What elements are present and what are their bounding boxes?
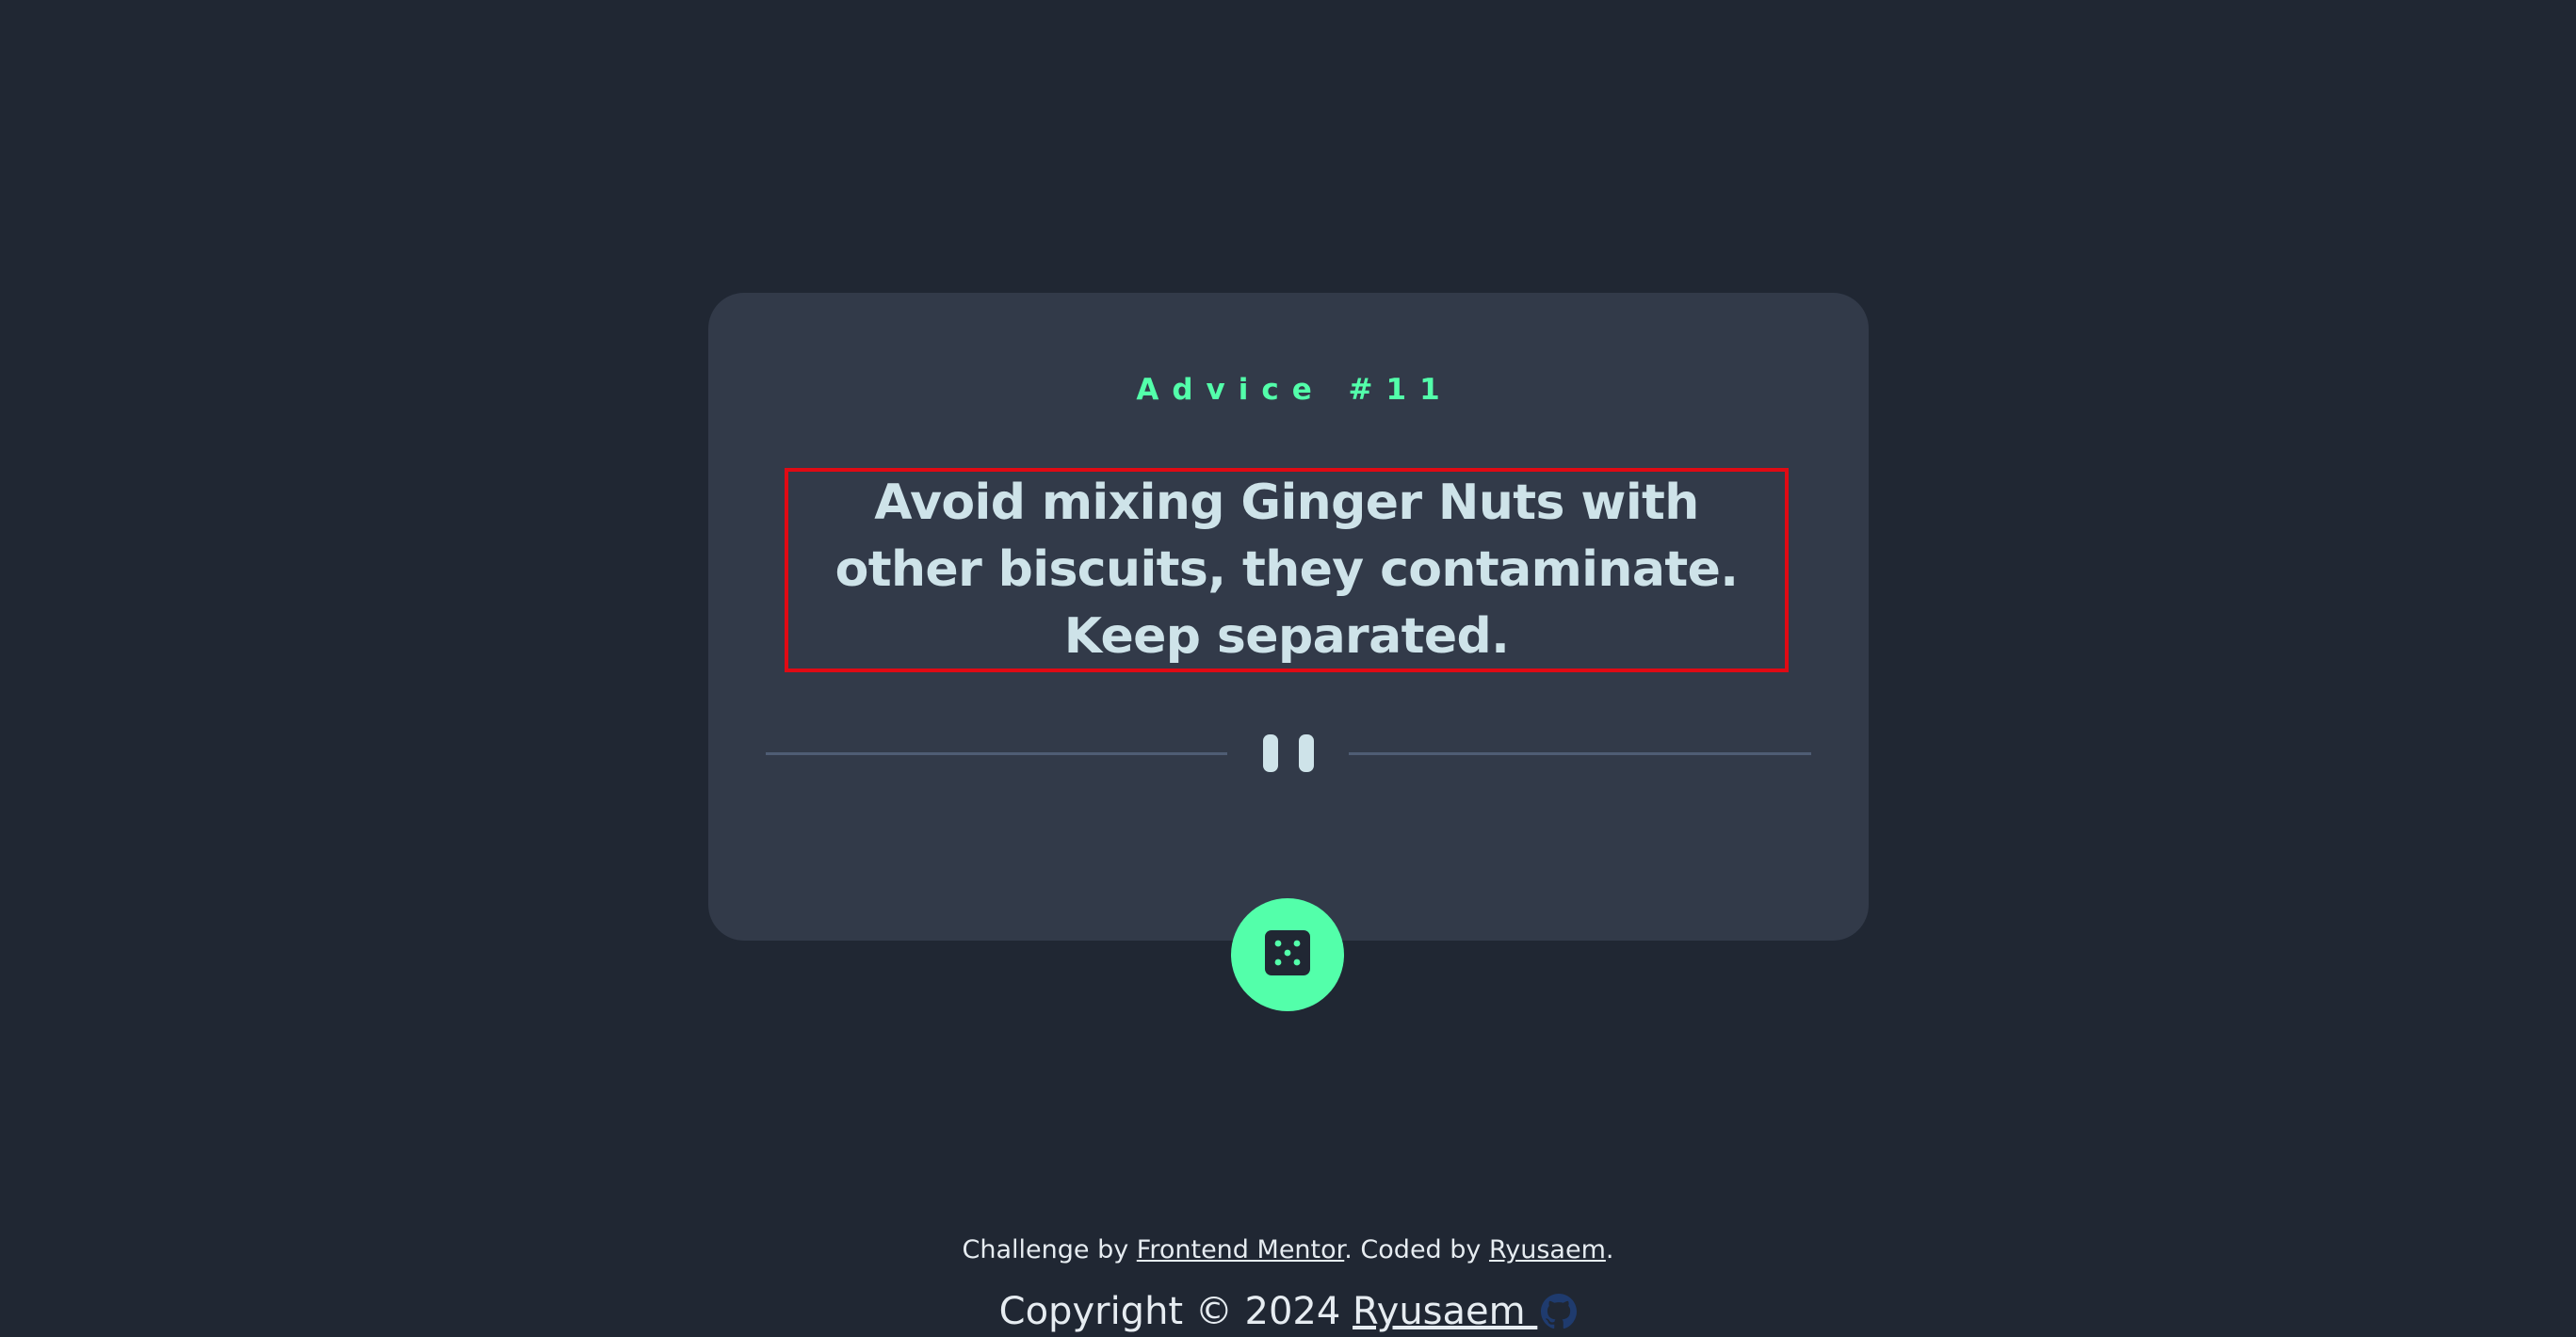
copyright-prefix: Copyright © 2024 [998,1290,1353,1333]
attribution-coded-prefix: . Coded by [1344,1235,1489,1265]
generate-advice-button[interactable] [1231,898,1344,1011]
advice-quote-highlight: Avoid mixing Ginger Nuts with other bisc… [785,468,1789,672]
page: Advice #11 Avoid mixing Ginger Nuts with… [0,0,2576,1337]
copyright-author-link[interactable]: Ryusaem [1353,1290,1578,1333]
attribution-suffix: . [1605,1235,1614,1265]
copyright: Copyright © 2024 Ryusaem [0,1287,2576,1337]
pause-icon [1263,734,1314,772]
advice-id-label: Advice #11 [1136,373,1453,407]
github-icon [1541,1293,1578,1337]
copyright-author-label: Ryusaem [1353,1290,1538,1333]
advice-quote: Avoid mixing Ginger Nuts with other bisc… [834,475,1739,665]
author-link[interactable]: Ryusaem [1489,1235,1606,1265]
divider-line-right [1349,752,1811,755]
dice-icon [1265,930,1310,979]
attribution-prefix: Challenge by [962,1235,1137,1265]
frontend-mentor-link[interactable]: Frontend Mentor [1137,1235,1344,1265]
attribution: Challenge by Frontend Mentor. Coded by R… [0,1232,2576,1269]
divider-line-left [766,752,1227,755]
